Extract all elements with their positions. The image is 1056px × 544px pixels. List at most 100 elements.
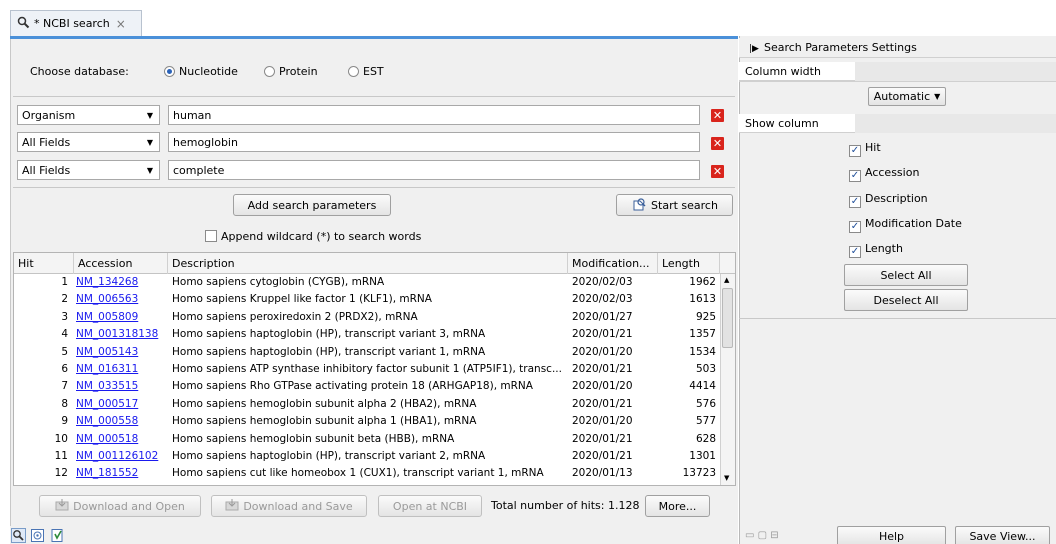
hit-cell: 6	[61, 363, 68, 375]
download-icon	[225, 498, 239, 514]
modification-date-cell: 2020/01/21	[572, 363, 633, 375]
modification-date-cell: 2020/01/20	[572, 380, 633, 393]
length-cell: 1301	[689, 450, 716, 462]
remove-filter-icon[interactable]: ✕	[711, 165, 724, 178]
table-row[interactable]: 11 NM_001126102 Homo sapiens haptoglobin (…	[14, 449, 720, 463]
table-row[interactable]: 3 NM_005809 Homo sapiens peroxiredoxin 2 (…	[14, 310, 720, 324]
divider	[739, 318, 1056, 319]
help-button[interactable]: Help	[837, 526, 946, 544]
accession-link[interactable]: NM_033515	[74, 379, 168, 393]
search-icon	[17, 16, 30, 32]
description-cell: Homo sapiens haptoglobin (HP), transcrip…	[172, 345, 486, 358]
column-header-description[interactable]: Description	[168, 253, 568, 274]
show-column-length-checkbox[interactable]: ✓ Length	[849, 242, 903, 258]
search-term-input-2[interactable]: hemoglobin	[168, 132, 700, 152]
checkbox-checked-icon: ✓	[849, 170, 861, 182]
table-row[interactable]: 12 NM_181552 Homo sapiens cut like homeobo…	[14, 466, 720, 481]
length-cell: 4414	[689, 380, 716, 393]
tab-ncbi-search[interactable]: * NCBI search ×	[10, 10, 142, 36]
layout-toggle-icons[interactable]: ▭ ▢ ⊟	[745, 530, 779, 541]
checkbox-checked-icon: ✓	[849, 246, 861, 258]
table-row[interactable]: 6 NM_016311 Homo sapiens ATP synthase inhi…	[14, 362, 720, 376]
show-column-description-checkbox[interactable]: ✓ Description	[849, 192, 928, 208]
hit-cell: 2	[61, 293, 68, 306]
settings-title: Search Parameters Settings	[763, 41, 917, 54]
table-row[interactable]: 1 NM_134268 Homo sapiens cytoglobin (CYGB)…	[14, 275, 720, 289]
column-header-length[interactable]: Length	[658, 253, 720, 274]
show-column-section-header[interactable]: Show column	[739, 114, 1056, 134]
checkbox-checked-icon: ✓	[849, 196, 861, 208]
download-and-save-label: Download and Save	[243, 499, 353, 513]
history-view-icon[interactable]	[30, 528, 45, 544]
scroll-up-icon[interactable]: ▲	[724, 276, 729, 284]
table-row[interactable]: 9 NM_000558 Homo sapiens hemoglobin subuni…	[14, 414, 720, 428]
deselect-all-button[interactable]: Deselect All	[844, 289, 968, 311]
divider	[13, 187, 735, 188]
select-all-button[interactable]: Select All	[844, 264, 968, 286]
table-row[interactable]: 7 NM_033515 Homo sapiens Rho GTPase activa…	[14, 379, 720, 393]
column-width-select[interactable]: Automatic ▼	[868, 87, 946, 106]
radio-protein[interactable]: Protein	[264, 65, 318, 78]
table-scrollbar[interactable]: ▲ ▼	[720, 274, 735, 485]
table-row[interactable]: 4 NM_001318138 Homo sapiens haptoglobin (H…	[14, 327, 720, 342]
accession-link[interactable]: NM_001126102	[74, 449, 168, 463]
description-cell: Homo sapiens Kruppel like factor 1 (KLF1…	[172, 293, 432, 306]
hit-cell: 9	[61, 415, 68, 428]
accession-link[interactable]: NM_001318138	[74, 327, 168, 341]
save-view-button[interactable]: Save View...	[955, 526, 1050, 544]
start-search-button[interactable]: Start search	[616, 194, 733, 216]
more-button[interactable]: More...	[645, 495, 710, 517]
field-select-3[interactable]: All Fields ▼	[17, 160, 160, 180]
column-header-modification[interactable]: Modification...	[568, 253, 658, 274]
accession-link[interactable]: NM_000518	[74, 432, 168, 446]
field-select-1[interactable]: Organism ▼	[17, 105, 160, 125]
open-at-ncbi-button[interactable]: Open at NCBI	[378, 495, 482, 517]
search-term-input-3[interactable]: complete	[168, 160, 700, 180]
length-cell: 1613	[689, 293, 716, 306]
start-search-icon	[631, 196, 647, 215]
add-search-parameters-button[interactable]: Add search parameters	[233, 194, 391, 216]
show-column-modification-date-checkbox[interactable]: ✓ Modification Date	[849, 217, 962, 233]
table-row[interactable]: 5 NM_005143 Homo sapiens haptoglobin (HP),…	[14, 345, 720, 359]
append-wildcard-checkbox[interactable]: Append wildcard (*) to search words	[205, 230, 421, 243]
show-column-hit-checkbox[interactable]: ✓ Hit	[849, 141, 881, 157]
accession-link[interactable]: NM_006563	[74, 292, 168, 306]
scroll-down-icon[interactable]: ▼	[724, 474, 729, 482]
collapse-panel-icon[interactable]: |▶	[749, 44, 759, 54]
accession-link[interactable]: NM_016311	[74, 362, 168, 376]
accession-link[interactable]: NM_005809	[74, 310, 168, 324]
table-row[interactable]: 10 NM_000518 Homo sapiens hemoglobin subun…	[14, 431, 720, 446]
accession-link[interactable]: NM_000517	[74, 397, 168, 411]
search-term-input-1[interactable]: human	[168, 105, 700, 125]
divider	[13, 96, 735, 97]
close-icon[interactable]: ×	[116, 17, 126, 31]
tab-title: * NCBI search	[34, 17, 110, 30]
scrollbar-thumb[interactable]	[722, 288, 733, 348]
field-select-2[interactable]: All Fields ▼	[17, 132, 160, 152]
accession-link[interactable]: NM_134268	[74, 275, 168, 289]
download-and-open-button[interactable]: Download and Open	[39, 495, 201, 517]
accession-link[interactable]: NM_181552	[74, 466, 168, 480]
search-view-icon[interactable]	[11, 528, 26, 543]
download-and-save-button[interactable]: Download and Save	[211, 495, 367, 517]
remove-filter-icon[interactable]: ✕	[711, 137, 724, 150]
checkbox-checked-icon: ✓	[849, 221, 861, 233]
settings-header[interactable]: |▶ Search Parameters Settings	[739, 38, 1056, 58]
show-column-accession-checkbox[interactable]: ✓ Accession	[849, 166, 919, 182]
column-header-accession[interactable]: Accession	[74, 253, 168, 274]
table-row[interactable]: 2 NM_006563 Homo sapiens Kruppel like fact…	[14, 292, 720, 307]
remove-filter-icon[interactable]: ✕	[711, 109, 724, 122]
chevron-down-icon: ▼	[934, 92, 941, 101]
accession-link[interactable]: NM_005143	[74, 345, 168, 359]
table-view-icon[interactable]	[50, 528, 65, 544]
table-row[interactable]: 8 NM_000517 Homo sapiens hemoglobin subuni…	[14, 396, 720, 411]
hit-cell: 1	[61, 276, 68, 288]
column-header-hit[interactable]: Hit	[14, 253, 74, 274]
radio-est[interactable]: EST	[348, 65, 384, 78]
column-width-section-header[interactable]: Column width	[739, 62, 1056, 82]
column-width-label: Column width	[739, 62, 855, 81]
length-cell: 628	[695, 432, 716, 445]
accession-link[interactable]: NM_000558	[74, 414, 168, 428]
radio-nucleotide[interactable]: Nucleotide	[164, 65, 238, 78]
length-cell: 925	[695, 310, 716, 323]
